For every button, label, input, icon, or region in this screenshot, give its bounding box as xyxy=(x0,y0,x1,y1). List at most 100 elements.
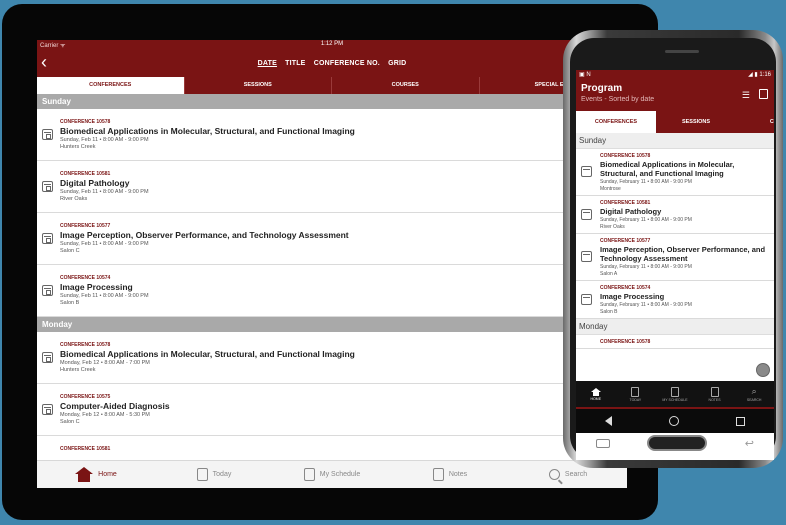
phone-device: ▣ N ◢ ▮ 1:16 Program Events - Sorted by … xyxy=(563,30,783,468)
list-item[interactable]: CONFERENCE 10577 Image Perception, Obser… xyxy=(576,234,774,281)
tab-sessions[interactable]: SESSIONS xyxy=(185,77,332,94)
sort-date[interactable]: DATE xyxy=(258,60,277,67)
notes-icon xyxy=(432,468,444,481)
day-header: Monday xyxy=(576,319,774,335)
nav-notes[interactable]: Notes xyxy=(391,461,509,488)
list-item[interactable]: CONFERENCE 10578 xyxy=(576,335,774,349)
conference-code: CONFERENCE 10575 xyxy=(60,394,111,400)
tab-conferences[interactable]: CONFERENCES xyxy=(576,111,656,133)
calendar-add-icon[interactable] xyxy=(42,181,53,192)
nav-label: HOME xyxy=(590,396,602,401)
conference-room: Salon B xyxy=(600,309,618,315)
conference-title: Biomedical Applications in Molecular, St… xyxy=(600,160,735,178)
scroll-top-button[interactable] xyxy=(756,363,770,377)
recents-icon[interactable] xyxy=(736,416,746,426)
list-item[interactable]: CONFERENCE 10574 Image Processing Sunday… xyxy=(576,281,774,319)
list-item[interactable]: CONFERENCE 10575 Computer-Aided Diagnosi… xyxy=(37,384,627,436)
conference-time: Sunday, February 11 • 8:00 AM - 9:00 PM xyxy=(600,179,692,185)
phone-header: Program Events - Sorted by date ☰ xyxy=(576,80,774,111)
sort-icon[interactable]: ☰ xyxy=(742,90,750,101)
list-item[interactable]: CONFERENCE 10578 Biomedical Applications… xyxy=(37,332,627,384)
list-item[interactable]: CONFERENCE 10574 Image Processing Sunday… xyxy=(37,265,627,317)
sort-options: DATE TITLE CONFERENCE NO. GRID xyxy=(37,60,627,67)
calendar-add-icon[interactable] xyxy=(581,208,592,220)
nav-search[interactable]: ⌕ SEARCH xyxy=(734,381,774,407)
phone-screen: ▣ N ◢ ▮ 1:16 Program Events - Sorted by … xyxy=(576,70,774,460)
calendar-add-icon[interactable] xyxy=(42,233,53,244)
conference-room: Hunters Creek xyxy=(60,367,96,373)
calendar-add-icon[interactable] xyxy=(42,129,53,140)
calendar-add-icon[interactable] xyxy=(42,285,53,296)
list-item[interactable]: CONFERENCE 10578 Biomedical Applications… xyxy=(576,149,774,196)
list-item[interactable]: CONFERENCE 10577 Image Perception, Obser… xyxy=(37,213,627,265)
conference-title: Image Processing xyxy=(600,292,665,301)
list-item[interactable]: CONFERENCE 10578 Biomedical Applications… xyxy=(37,109,627,161)
nav-today[interactable]: TODAY xyxy=(616,381,656,407)
phone-status-bar: ▣ N ◢ ▮ 1:16 xyxy=(576,70,774,80)
back-icon[interactable] xyxy=(604,416,612,426)
tablet-tabs: CONFERENCES SESSIONS COURSES SPECIAL EVE xyxy=(37,77,627,94)
list-item[interactable]: CONFERENCE 10581 Digital Pathology Sunda… xyxy=(37,161,627,213)
conference-time: Monday, Feb 12 • 8:00 AM - 7:00 PM xyxy=(60,360,150,366)
tab-conferences[interactable]: CONFERENCES xyxy=(37,77,185,94)
tablet-device: Carrier ᯤ 1:12 PM ‹ DATE TITLE CONFERENC… xyxy=(2,4,658,520)
nav-label: TODAY xyxy=(629,397,642,402)
today-icon xyxy=(631,386,640,397)
list-item[interactable]: CONFERENCE 10581 Digital Pathology Sunda… xyxy=(576,196,774,234)
conference-time: Sunday, Feb 11 • 8:00 AM - 9:00 PM xyxy=(60,241,149,247)
calendar-add-icon[interactable] xyxy=(581,166,592,177)
conference-code: CONFERENCE 10578 xyxy=(60,119,111,125)
home-circle-icon[interactable] xyxy=(668,416,679,426)
conference-code: CONFERENCE 10577 xyxy=(600,238,651,244)
status-time: ◢ ▮ 1:16 xyxy=(748,72,771,78)
sort-title[interactable]: TITLE xyxy=(285,60,305,67)
home-hw-button[interactable] xyxy=(647,435,708,451)
nav-home[interactable]: HOME xyxy=(576,381,616,407)
sort-conference-no[interactable]: CONFERENCE NO. xyxy=(314,60,380,67)
conference-code: CONFERENCE 10574 xyxy=(600,285,651,291)
calendar-icon[interactable] xyxy=(759,89,768,99)
page-title: Program xyxy=(581,83,623,94)
conference-time: Sunday, Feb 11 • 8:00 AM - 9:00 PM xyxy=(60,293,149,299)
nav-my-schedule[interactable]: My Schedule xyxy=(273,461,391,488)
list-item[interactable]: CONFERENCE 10581 xyxy=(37,436,627,460)
speaker-grille xyxy=(665,50,699,53)
calendar-add-icon[interactable] xyxy=(581,293,592,305)
calendar-add-icon[interactable] xyxy=(42,352,53,363)
back-hw-icon[interactable]: ↩ xyxy=(745,437,754,450)
nav-notes[interactable]: NOTES xyxy=(695,381,735,407)
sort-grid[interactable]: GRID xyxy=(388,60,406,67)
conference-title: Biomedical Applications in Molecular, St… xyxy=(60,349,355,359)
notes-icon xyxy=(710,386,719,397)
conference-room: River Oaks xyxy=(600,224,625,230)
calendar-icon xyxy=(303,468,315,481)
calendar-add-icon[interactable] xyxy=(581,251,592,262)
nav-home[interactable]: Home xyxy=(37,461,155,488)
home-icon xyxy=(590,387,601,396)
recents-hw-icon[interactable] xyxy=(596,438,610,448)
tab-sessions[interactable]: SESSIONS xyxy=(656,111,736,133)
tablet-bottom-nav: Home Today My Schedule Notes Search xyxy=(37,460,627,488)
conference-room: Salon C xyxy=(60,248,80,254)
phone-bottom-nav: HOME TODAY MY SCHEDULE NOTES ⌕ SEARCH xyxy=(576,381,774,407)
tablet-event-list[interactable]: Sunday CONFERENCE 10578 Biomedical Appli… xyxy=(37,94,627,460)
hardware-buttons: ↩ xyxy=(576,433,774,453)
calendar-add-icon[interactable] xyxy=(42,404,53,415)
nav-label: Notes xyxy=(448,471,468,478)
nav-today[interactable]: Today xyxy=(155,461,273,488)
calendar-icon xyxy=(670,386,679,397)
tab-courses[interactable]: COURSES xyxy=(332,77,480,94)
conference-code: CONFERENCE 10578 xyxy=(600,339,651,345)
phone-event-list[interactable]: Sunday CONFERENCE 10578 Biomedical Appli… xyxy=(576,133,774,381)
nav-label: My Schedule xyxy=(319,471,361,478)
nav-label: NOTES xyxy=(708,397,721,402)
conference-time: Monday, Feb 12 • 8:00 AM - 5:30 PM xyxy=(60,412,150,418)
tablet-nav-bar: ‹ DATE TITLE CONFERENCE NO. GRID xyxy=(37,49,627,77)
day-header: Monday xyxy=(37,317,627,332)
nav-my-schedule[interactable]: MY SCHEDULE xyxy=(655,381,695,407)
conference-room: River Oaks xyxy=(60,196,88,202)
tab-courses[interactable]: COU xyxy=(736,111,774,133)
conference-title: Digital Pathology xyxy=(60,178,130,188)
page-subtitle: Events - Sorted by date xyxy=(581,96,655,103)
conference-title: Image Processing xyxy=(60,282,133,292)
